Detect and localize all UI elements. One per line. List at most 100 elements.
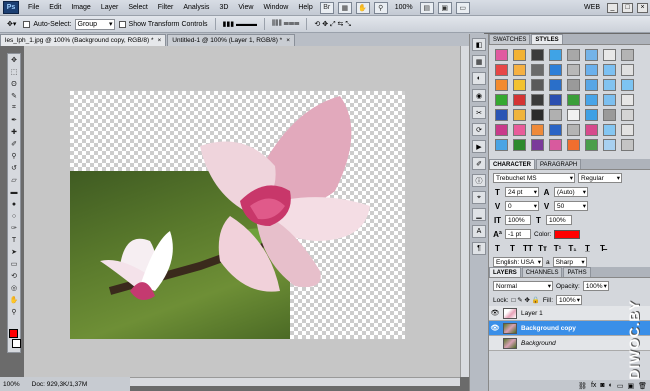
faux-bold-icon[interactable]: T — [493, 244, 502, 253]
zoom-icon[interactable]: ⚲ — [373, 1, 388, 14]
style-swatch[interactable] — [549, 79, 562, 91]
tab-channels[interactable]: CHANNELS — [521, 267, 563, 277]
vertical-scrollbar[interactable] — [460, 46, 469, 377]
3d-tools-icon[interactable]: ⟲ ✥ ⤢ ⇆ ⤡ — [314, 20, 351, 29]
style-swatch[interactable] — [567, 79, 580, 91]
style-swatch[interactable] — [513, 139, 526, 151]
zoom-level[interactable]: 100% — [390, 0, 418, 16]
style-swatch[interactable] — [531, 94, 544, 106]
menu-file[interactable]: File — [23, 0, 44, 16]
style-swatch[interactable] — [531, 49, 544, 61]
strikethrough-icon[interactable]: T̶ — [598, 244, 607, 253]
style-swatch[interactable] — [603, 139, 616, 151]
histogram-panel-icon[interactable]: ▁ — [472, 208, 486, 221]
menu-analysis[interactable]: Analysis — [178, 0, 214, 16]
blur-tool-icon[interactable]: ● — [8, 198, 20, 210]
masks-panel-icon[interactable]: ◉ — [472, 89, 486, 102]
style-swatch[interactable] — [567, 124, 580, 136]
tracking-field[interactable]: 50 — [554, 201, 588, 211]
character-panel-icon[interactable]: A — [472, 225, 486, 238]
menu-filter[interactable]: Filter — [153, 0, 179, 16]
faux-italic-icon[interactable]: T — [508, 244, 517, 253]
dodge-tool-icon[interactable]: ○ — [8, 210, 20, 222]
paragraph-panel-icon[interactable]: ¶ — [472, 242, 486, 255]
clone-stamp-tool-icon[interactable]: ⚲ — [8, 150, 20, 162]
document-canvas[interactable] — [70, 91, 405, 339]
zoom-tool-icon[interactable]: ⚲ — [8, 306, 20, 318]
menu-3d[interactable]: 3D — [214, 0, 233, 16]
style-swatch[interactable] — [585, 139, 598, 151]
canvas-area[interactable] — [24, 46, 460, 377]
style-swatch[interactable] — [585, 124, 598, 136]
healing-tool-icon[interactable]: ✚ — [8, 126, 20, 138]
minimize-icon[interactable]: _ — [607, 2, 618, 13]
status-doc-size[interactable]: Doc: 929,3K/1,37M — [32, 381, 88, 388]
style-swatch[interactable] — [621, 94, 634, 106]
3d-orbit-tool-icon[interactable]: ◎ — [8, 282, 20, 294]
lock-icons[interactable]: □ ✎ ✥ 🔒 — [512, 296, 540, 304]
vertical-scale-field[interactable]: 100% — [505, 215, 531, 225]
horizontal-scrollbar[interactable] — [130, 377, 460, 386]
style-swatch[interactable] — [495, 49, 508, 61]
workspace-switcher[interactable]: WEB — [579, 0, 605, 16]
tab-styles[interactable]: STYLES — [531, 34, 563, 44]
auto-select-checkbox[interactable] — [23, 20, 31, 28]
crop-tool-icon[interactable]: ⌗ — [8, 102, 20, 114]
marquee-tool-icon[interactable]: ⬚ — [8, 66, 20, 78]
style-swatch[interactable] — [603, 49, 616, 61]
underline-icon[interactable]: T̲ — [583, 244, 592, 253]
type-tool-icon[interactable]: T — [8, 234, 20, 246]
grid-icon[interactable]: ▤ — [419, 1, 434, 14]
small-caps-icon[interactable]: Tт — [538, 244, 547, 253]
tools-panel-icon[interactable]: ✂ — [472, 106, 486, 119]
menu-edit[interactable]: Edit — [44, 0, 66, 16]
tab-layers[interactable]: LAYERS — [489, 267, 521, 277]
style-swatch[interactable] — [495, 109, 508, 121]
show-transform-checkbox[interactable] — [118, 20, 126, 28]
history-panel-icon[interactable]: ⟳ — [472, 123, 486, 136]
lasso-tool-icon[interactable]: ʘ — [8, 78, 20, 90]
style-swatch[interactable] — [531, 79, 544, 91]
style-swatch[interactable] — [621, 79, 634, 91]
quick-select-tool-icon[interactable]: ✎ — [8, 90, 20, 102]
font-style-dropdown[interactable]: Regular — [578, 173, 622, 183]
style-swatch[interactable] — [585, 79, 598, 91]
style-swatch[interactable] — [567, 49, 580, 61]
style-swatch[interactable] — [531, 139, 544, 151]
menu-help[interactable]: Help — [293, 0, 317, 16]
info-panel-icon[interactable]: ⓘ — [472, 174, 486, 187]
swatches-panel-icon[interactable]: ▦ — [472, 55, 486, 68]
style-swatch[interactable] — [513, 49, 526, 61]
brush-panel-icon[interactable]: ✐ — [472, 157, 486, 170]
style-swatch[interactable] — [621, 109, 634, 121]
anti-alias-dropdown[interactable]: Sharp — [552, 257, 587, 267]
fill-field[interactable]: 100% — [556, 295, 582, 305]
status-zoom[interactable]: 100% — [3, 381, 20, 388]
close-icon[interactable]: × — [637, 2, 648, 13]
horizontal-scale-field[interactable]: 100% — [546, 215, 572, 225]
tab-document-1[interactable]: les_lph_1.jpg @ 100% (Background copy, R… — [0, 34, 167, 46]
font-size-field[interactable]: 24 pt — [505, 187, 539, 197]
style-swatch[interactable] — [549, 49, 562, 61]
history-brush-tool-icon[interactable]: ↺ — [8, 162, 20, 174]
tab-paths[interactable]: PATHS — [563, 267, 591, 277]
screen-mode-icon[interactable]: ▭ — [455, 1, 470, 14]
background-color-swatch[interactable] — [12, 339, 21, 348]
brush-tool-icon[interactable]: ✐ — [8, 138, 20, 150]
restore-icon[interactable]: □ — [622, 2, 633, 13]
style-swatch[interactable] — [513, 94, 526, 106]
tab-swatches[interactable]: SWATCHES — [489, 34, 531, 44]
eyedropper-tool-icon[interactable]: ✒ — [8, 114, 20, 126]
style-swatch[interactable] — [567, 64, 580, 76]
bridge-icon[interactable]: Br — [319, 1, 334, 14]
navigator-panel-icon[interactable]: ⌖ — [472, 191, 486, 204]
style-swatch[interactable] — [603, 64, 616, 76]
font-family-dropdown[interactable]: Trebuchet MS — [493, 173, 575, 183]
style-swatch[interactable] — [513, 124, 526, 136]
style-swatch[interactable] — [621, 139, 634, 151]
add-mask-icon[interactable]: ◙ — [600, 382, 604, 389]
shape-tool-icon[interactable]: ▭ — [8, 258, 20, 270]
adjustments-panel-icon[interactable]: ◐ — [472, 72, 486, 85]
text-color-swatch[interactable] — [554, 229, 581, 239]
minibridge-icon[interactable]: ▦ — [337, 1, 352, 14]
